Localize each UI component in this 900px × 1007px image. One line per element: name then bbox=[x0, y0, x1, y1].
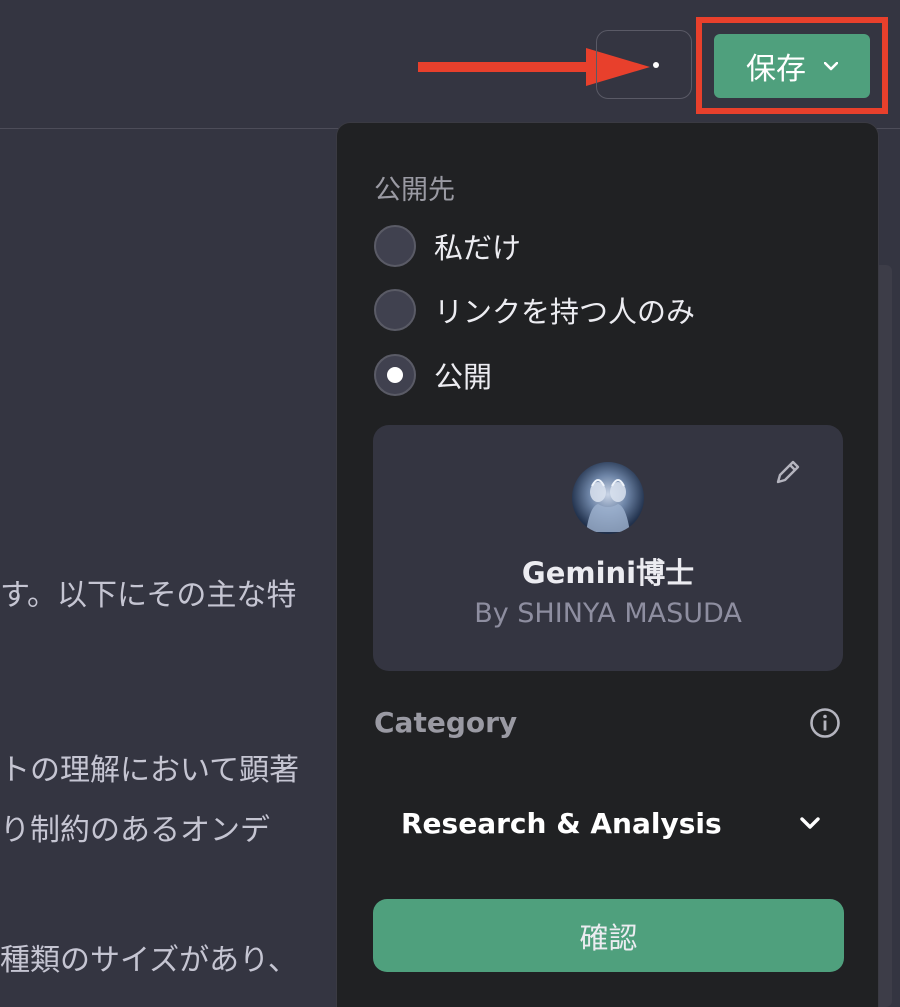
category-select[interactable]: Research & Analysis bbox=[374, 788, 844, 858]
radio-button[interactable] bbox=[374, 289, 416, 331]
option-label: 公開 bbox=[434, 360, 493, 394]
visibility-option-private[interactable]: 私だけ bbox=[374, 225, 521, 267]
save-button[interactable]: 保存 bbox=[714, 34, 870, 98]
confirm-button[interactable]: 確認 bbox=[373, 899, 844, 972]
gpt-profile-card: Gemini博士 By SHINYA MASUDA bbox=[373, 425, 843, 671]
background-text-line: 種類のサイズがあり、 bbox=[0, 943, 298, 978]
option-label: 私だけ bbox=[434, 231, 522, 265]
visibility-option-link[interactable]: リンクを持つ人のみ bbox=[374, 289, 695, 331]
save-button-label: 保存 bbox=[746, 52, 806, 87]
confirm-button-label: 確認 bbox=[579, 920, 638, 955]
publish-dropdown-panel: 公開先 私だけ リンクを持つ人のみ 公開 Gemini博士 By SHINYA … bbox=[336, 122, 879, 1007]
gpt-name: Gemini博士 bbox=[521, 556, 695, 590]
chevron-down-icon bbox=[800, 816, 820, 829]
background-text-line: トの理解において顕著 bbox=[0, 753, 300, 788]
pencil-icon[interactable] bbox=[773, 457, 803, 487]
category-value: Research & Analysis bbox=[401, 806, 722, 840]
option-label: リンクを持つ人のみ bbox=[434, 295, 696, 329]
info-icon[interactable] bbox=[809, 707, 841, 739]
background-text-line: り制約のあるオンデ bbox=[0, 813, 270, 848]
background-text-line: す。以下にその主な特 bbox=[0, 578, 297, 613]
category-label: Category bbox=[374, 706, 518, 739]
radio-button-selected[interactable] bbox=[374, 354, 416, 396]
gpt-avatar bbox=[572, 462, 644, 534]
more-options-button[interactable] bbox=[596, 30, 692, 99]
radio-button[interactable] bbox=[374, 225, 416, 267]
dot-icon bbox=[653, 62, 659, 68]
chevron-down-icon bbox=[824, 61, 838, 70]
gpt-author: By SHINYA MASUDA bbox=[474, 598, 742, 629]
visibility-option-public[interactable]: 公開 bbox=[374, 354, 492, 396]
visibility-label: 公開先 bbox=[374, 175, 455, 206]
